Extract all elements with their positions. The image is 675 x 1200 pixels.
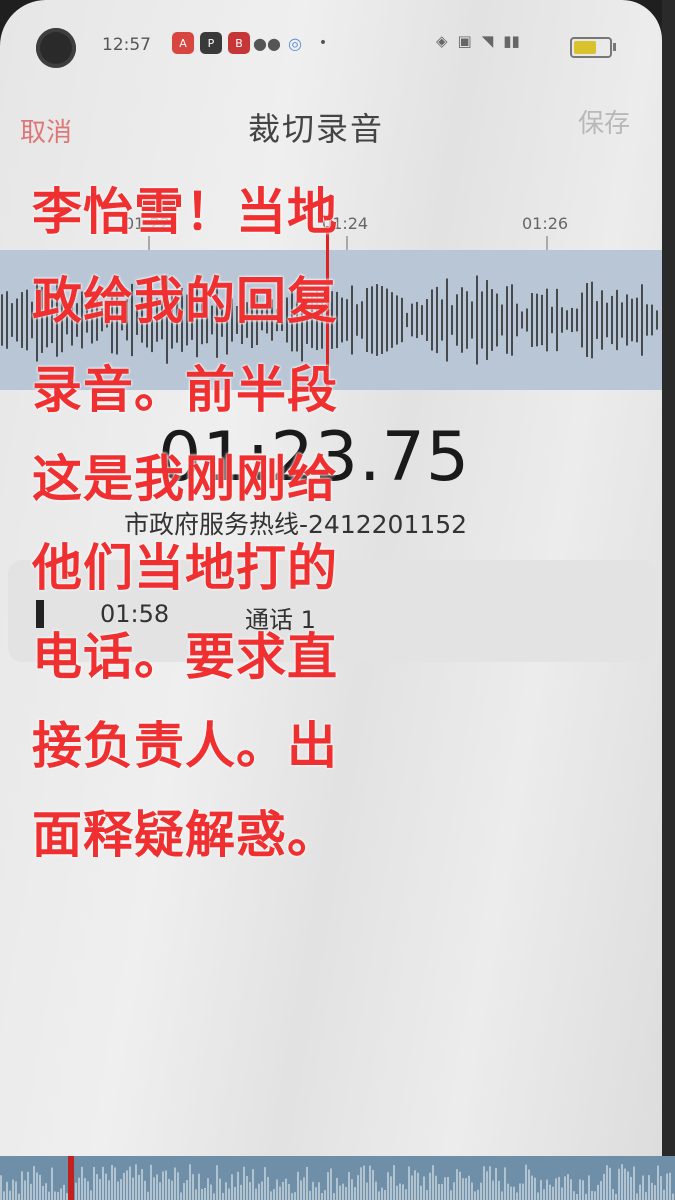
- overlay-line: 他们当地打的: [32, 539, 338, 597]
- overlay-line: 李怡雪！当地: [32, 183, 338, 241]
- location-icon: ◈: [436, 32, 448, 50]
- nfc-icon: ▣: [457, 32, 472, 50]
- status-bar: 12:57 A P B ●● ◎ • ◈ ▣ ◥ ▮▮: [0, 20, 662, 70]
- overlay-caption: 李怡雪！当地 政给我的回复 录音。前半段 这是我刚刚给 他们当地打的 电话。要求…: [32, 168, 422, 880]
- phone-screen: 12:57 A P B ●● ◎ • ◈ ▣ ◥ ▮▮ 取消 裁切录音 保存 0…: [0, 0, 662, 1200]
- page-title: 裁切录音: [248, 110, 385, 148]
- timeline-tick: 01:26: [522, 214, 569, 233]
- overlay-line: 接负责人。出: [32, 717, 338, 775]
- front-camera: [36, 28, 76, 68]
- overlay-line: 录音。前半段: [32, 361, 338, 419]
- overlay-line: 政给我的回复: [32, 272, 338, 330]
- timeline-tick-mark: [546, 236, 548, 250]
- device-bezel: [662, 0, 675, 1200]
- more-dot-icon: •: [318, 35, 328, 51]
- app-red-icon: A: [172, 32, 194, 54]
- cancel-button[interactable]: 取消: [20, 112, 72, 149]
- save-button[interactable]: 保存: [578, 103, 630, 140]
- overlay-line: 这是我刚刚给: [32, 450, 338, 508]
- app-blue-icon: ◎: [288, 33, 302, 53]
- overlay-line: 电话。要求直: [32, 628, 338, 686]
- status-clock: 12:57: [102, 35, 151, 55]
- app-red2-icon: B: [228, 32, 250, 54]
- signal-icon: ▮▮: [503, 32, 520, 50]
- system-icons: ◈ ▣ ◥ ▮▮: [436, 32, 520, 50]
- overview-waveform[interactable]: [0, 1156, 675, 1200]
- notification-icons: A P B ●● ◎ •: [172, 32, 334, 54]
- app-dark-icon: P: [200, 32, 222, 54]
- app-chat-icon: ●●: [253, 33, 281, 53]
- battery-icon: [570, 37, 616, 58]
- overlay-line: 面释疑解惑。: [32, 806, 338, 864]
- wifi-icon: ◥: [481, 32, 494, 50]
- overview-position-marker[interactable]: [68, 1156, 74, 1200]
